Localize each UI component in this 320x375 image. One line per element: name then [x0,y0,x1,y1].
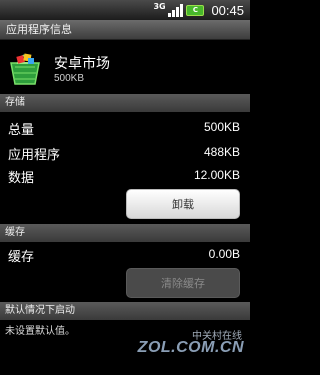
storage-total-value: 500KB [203,120,240,134]
app-header: 安卓市场 500KB [0,41,250,93]
cache-label: 缓存 [8,250,35,265]
storage-total-row: 总量 500KB [0,117,250,141]
defaults-text: 未设置默认值。 [5,326,75,337]
watermark-logo: 中关村在线 ZOL.COM.CN [138,327,244,367]
cache-row: 缓存 0.00B [0,244,250,268]
status-bar: 3G C 00:45 [0,0,250,20]
status-clock: 00:45 [211,2,244,18]
app-name: 安卓市场 [54,56,110,72]
cache-section-header: 缓存 [0,224,250,242]
defaults-section-header: 默认情况下启动 [0,302,250,320]
app-size: 500KB [54,73,85,84]
network-3g-icon: 3G [153,2,166,11]
cache-value: 0.00B [208,247,240,261]
page-title: 应用程序信息 [0,20,250,40]
storage-data-label: 数据 [8,171,35,186]
storage-app-label: 应用程序 [8,148,61,163]
signal-strength-icon [168,3,184,17]
watermark-line2: ZOL.COM.CN [137,339,244,356]
clear-cache-button[interactable]: 清除缓存 [126,268,240,298]
app-market-icon [10,53,40,85]
storage-total-label: 总量 [8,123,35,138]
storage-section-header: 存储 [0,94,250,112]
storage-data-value: 12.00KB [193,168,240,182]
storage-app-row: 应用程序 488KB [0,142,250,166]
storage-data-row: 数据 12.00KB [0,165,250,189]
uninstall-button[interactable]: 卸载 [126,189,240,219]
storage-app-value: 488KB [203,145,240,159]
battery-icon: C [186,4,205,16]
